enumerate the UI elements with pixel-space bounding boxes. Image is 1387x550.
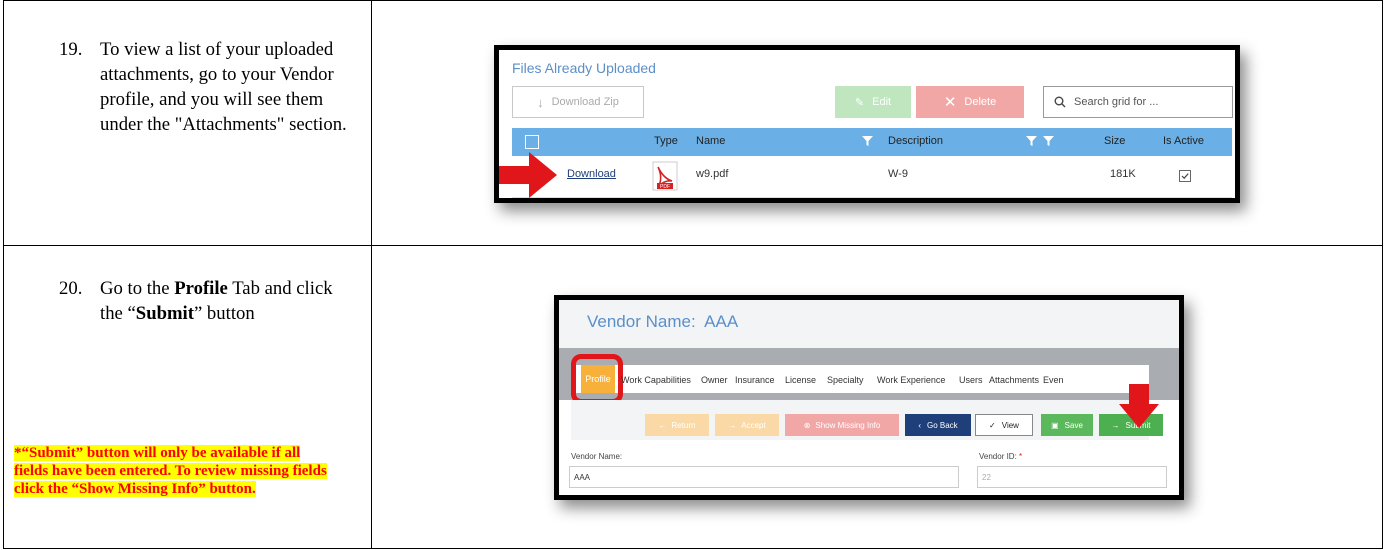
arrow-left-icon: ← (658, 420, 667, 430)
view-button[interactable]: ✓ View (975, 414, 1033, 436)
go-back-button[interactable]: ‹ Go Back (905, 414, 971, 436)
save-button[interactable]: ▣ Save (1041, 414, 1093, 436)
red-arrow-pointer (499, 150, 559, 198)
column-is-active[interactable]: Is Active (1163, 135, 1204, 147)
table-row: Download PDF w9.pdf W-9 181K (512, 157, 1232, 198)
svg-text:PDF: PDF (660, 184, 670, 190)
vendor-name-label: Vendor Name: (571, 452, 623, 461)
column-description[interactable]: Description (888, 135, 943, 147)
return-button[interactable]: ← Return (645, 414, 709, 436)
vendor-header: Vendor Name: AAA (559, 300, 1179, 348)
select-all-checkbox[interactable] (525, 135, 539, 149)
tab-users[interactable]: Users (959, 375, 983, 385)
tab-insurance[interactable]: Insurance (735, 375, 775, 385)
grid-header: Type Name Description Size Is Active (512, 128, 1232, 156)
profile-tab-highlight (571, 354, 623, 404)
tab-work-capabilities[interactable]: Work Capabilities (621, 375, 691, 385)
step-text: Go to the Profile Tab and click the “Sub… (100, 278, 333, 324)
close-icon: ✕ (943, 94, 957, 111)
search-input[interactable]: Search grid for ... (1043, 86, 1233, 118)
download-link[interactable]: Download (567, 168, 616, 180)
red-arrow-down (1119, 384, 1159, 428)
vendor-name-field[interactable]: AAA (569, 466, 959, 488)
files-panel-title: Files Already Uploaded (512, 60, 656, 76)
file-name: w9.pdf (696, 168, 729, 180)
filter-icon[interactable] (862, 136, 873, 146)
search-icon (1054, 96, 1066, 108)
tab-license[interactable]: License (785, 375, 816, 385)
step-number: 20. (59, 278, 83, 299)
filter-icon[interactable] (1026, 136, 1037, 146)
tab-owner[interactable]: Owner (701, 375, 728, 385)
show-missing-info-button[interactable]: ⊗ Show Missing Info (785, 414, 899, 436)
column-name[interactable]: Name (696, 135, 725, 147)
pencil-icon: ✎ (854, 96, 865, 109)
tab-work-experience[interactable]: Work Experience (877, 375, 945, 385)
step-19-cell: 19. To view a list of your uploaded atta… (3, 0, 372, 246)
step-20-image-cell: Vendor Name: AAA Profile Work Capabiliti… (371, 245, 1383, 549)
filter-icon[interactable] (1043, 136, 1054, 146)
vendor-title: Vendor Name: AAA (587, 312, 739, 331)
submit-note: *“Submit” button will only be available … (14, 445, 327, 497)
column-type[interactable]: Type (654, 135, 678, 147)
vendor-id-label: Vendor ID: * (979, 452, 1023, 461)
file-description: W-9 (888, 168, 908, 180)
tab-events[interactable]: Even (1043, 375, 1064, 385)
download-zip-button[interactable]: ↓ Download Zip (512, 86, 644, 118)
vendor-profile-screenshot: Vendor Name: AAA Profile Work Capabiliti… (554, 295, 1184, 500)
form-area: Vendor Name: AAA Vendor ID: * 22 (559, 440, 1179, 495)
tab-specialty[interactable]: Specialty (827, 375, 864, 385)
file-size: 181K (1110, 168, 1136, 180)
vendor-id-field[interactable]: 22 (977, 466, 1167, 488)
step-19-image-cell: Files Already Uploaded ↓ Download Zip ✎ … (371, 0, 1383, 246)
floppy-icon: ▣ (1051, 420, 1059, 430)
chevron-left-icon: ‹ (918, 420, 921, 430)
step-text: To view a list of your uploaded attachme… (100, 39, 347, 135)
close-circle-icon: ⊗ (803, 420, 811, 430)
pdf-file-icon: PDF (652, 161, 678, 191)
files-uploaded-screenshot: Files Already Uploaded ↓ Download Zip ✎ … (494, 45, 1240, 203)
delete-button[interactable]: ✕ Delete (916, 86, 1024, 118)
arrow-down-icon: ↓ (537, 94, 544, 110)
check-icon: ✓ (989, 420, 996, 430)
edit-button[interactable]: ✎ Edit (835, 86, 911, 118)
accept-button[interactable]: → Accept (715, 414, 779, 436)
arrow-right-icon: → (728, 420, 737, 430)
step-20-cell: 20. Go to the Profile Tab and click the … (3, 245, 372, 549)
instruction-table: 19. To view a list of your uploaded atta… (3, 0, 1383, 549)
is-active-checkbox[interactable] (1179, 170, 1191, 182)
step-number: 19. (59, 39, 83, 60)
column-size[interactable]: Size (1104, 135, 1125, 147)
tab-attachments[interactable]: Attachments (989, 375, 1039, 385)
